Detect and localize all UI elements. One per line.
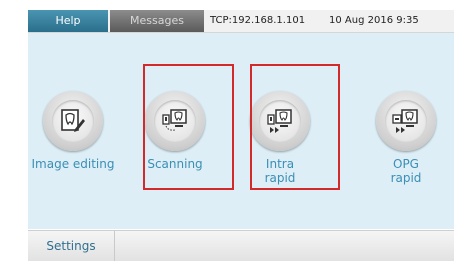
settings-button[interactable]: Settings xyxy=(28,231,115,261)
image-editing-button[interactable] xyxy=(43,91,103,151)
opg-rapid-label-line2: rapid xyxy=(390,171,422,185)
intra-rapid-highlight-frame xyxy=(250,64,340,190)
date-time: 10 Aug 2016 9:35 xyxy=(329,15,419,26)
opg-rapid-label-line1: OPG xyxy=(393,157,419,171)
connection-status: TCP:192.168.1.101 xyxy=(210,15,306,26)
scanning-highlight-frame xyxy=(143,64,234,190)
app-launcher-area: Image editing Scanning Intra rapid OPG r… xyxy=(28,33,454,229)
tooth-opg-rapid-icon xyxy=(392,109,418,133)
top-bar: Help Messages TCP:192.168.1.101 10 Aug 2… xyxy=(28,10,454,33)
opg-rapid-button[interactable] xyxy=(376,91,436,151)
image-editing-app[interactable]: Image editing xyxy=(28,91,118,171)
messages-tab[interactable]: Messages xyxy=(110,10,204,32)
opg-rapid-label: OPG rapid xyxy=(361,157,451,185)
help-tab[interactable]: Help xyxy=(28,10,108,32)
tooth-pencil-icon xyxy=(61,109,85,132)
bottom-bar: Settings xyxy=(28,230,454,261)
image-editing-label: Image editing xyxy=(31,157,115,171)
opg-rapid-app[interactable]: OPG rapid xyxy=(361,91,451,185)
